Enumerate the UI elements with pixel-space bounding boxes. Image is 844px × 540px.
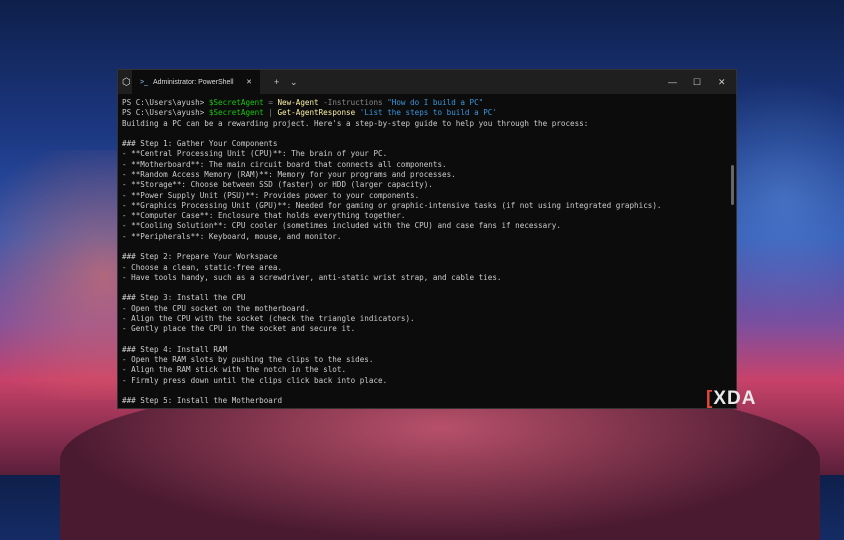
output-line: - Have tools handy, such as a screwdrive… <box>122 272 502 282</box>
output-line: ### Step 1: Gather Your Components <box>122 139 278 149</box>
terminal-output[interactable]: PS C:\Users\ayush> $SecretAgent = New-Ag… <box>118 94 736 406</box>
output-line: - Open the CPU socket on the motherboard… <box>122 303 310 313</box>
scrollbar[interactable] <box>731 165 734 205</box>
operator: | <box>263 108 278 118</box>
tab-powershell[interactable]: >_ Administrator: PowerShell ✕ <box>132 70 260 94</box>
parameter: -Instructions <box>318 98 388 107</box>
tab-close-button[interactable]: ✕ <box>246 78 252 86</box>
wallpaper-leaves <box>724 40 844 360</box>
tab-title: Administrator: PowerShell <box>152 78 234 86</box>
output-line: Building a PC can be a rewarding project… <box>122 118 589 128</box>
output-line: - **Graphics Processing Unit (GPU)**: Ne… <box>122 200 662 210</box>
output-line: ​ <box>122 283 736 293</box>
output-line: ​ <box>122 242 736 252</box>
output-line: - Align the RAM stick with the notch in … <box>122 365 347 375</box>
cmdlet: Get-AgentResponse <box>277 108 356 118</box>
xda-logo: [XDA <box>706 388 757 409</box>
shield-icon: ⬡ <box>122 76 131 88</box>
output-line: ​ <box>122 386 736 396</box>
maximize-button[interactable]: ☐ <box>693 70 701 94</box>
output-line: ### Step 4: Install RAM <box>122 344 228 354</box>
powershell-window: ⬡ >_ Administrator: PowerShell ✕ + ⌄ — ☐… <box>117 69 737 409</box>
cmdlet: New-Agent <box>277 98 319 107</box>
title-bar: ⬡ >_ Administrator: PowerShell ✕ + ⌄ — ☐… <box>118 70 736 94</box>
output-line: - **Cooling Solution**: CPU cooler (some… <box>122 221 561 231</box>
output-line: - **Peripherals**: Keyboard, mouse, and … <box>122 231 342 241</box>
powershell-icon: >_ <box>140 78 148 86</box>
output-line: - Align the CPU with the socket (check t… <box>122 313 415 323</box>
output-line: - Open the RAM slots by pushing the clip… <box>122 355 374 365</box>
output-line: - Firmly press down until the clips clic… <box>122 375 388 385</box>
output-line: ### Step 3: Install the CPU <box>122 293 246 303</box>
output-line: ​ <box>122 334 736 344</box>
output-line: ### Step 5: Install the Motherboard <box>122 396 283 406</box>
tab-dropdown-button[interactable]: ⌄ <box>290 70 298 94</box>
output-line: - Choose a clean, static-free area. <box>122 262 283 272</box>
output-line: - **Power Supply Unit (PSU)**: Provides … <box>122 190 420 200</box>
minimize-button[interactable]: — <box>668 70 677 94</box>
operator: = <box>263 98 278 107</box>
prompt: PS C:\Users\ayush> <box>122 98 209 107</box>
output-line: - **Motherboard**: The main circuit boar… <box>122 159 447 169</box>
argument: 'List the steps to build a PC' <box>355 108 497 118</box>
output-line: - **Random Access Memory (RAM)**: Memory… <box>122 169 456 179</box>
prompt: PS C:\Users\ayush> <box>122 108 209 118</box>
output-line: - **Storage**: Choose between SSD (faste… <box>122 180 433 190</box>
command-line-1: PS C:\Users\ayush> $SecretAgent = New-Ag… <box>122 98 736 108</box>
output-line: ​ <box>122 129 736 139</box>
close-button[interactable]: ✕ <box>718 70 726 94</box>
output-line: - Gently place the CPU in the socket and… <box>122 324 356 334</box>
argument: "How do I build a PC" <box>387 98 484 107</box>
output-line: - **Computer Case**: Enclosure that hold… <box>122 211 406 221</box>
variable: $SecretAgent <box>208 108 264 118</box>
new-tab-button[interactable]: + <box>274 70 279 94</box>
variable: $SecretAgent <box>208 98 264 107</box>
output-line: - **Central Processing Unit (CPU)**: The… <box>122 149 388 159</box>
command-line-2: PS C:\Users\ayush> $SecretAgent | Get-Ag… <box>122 108 736 118</box>
output-line: ### Step 2: Prepare Your Workspace <box>122 252 278 262</box>
